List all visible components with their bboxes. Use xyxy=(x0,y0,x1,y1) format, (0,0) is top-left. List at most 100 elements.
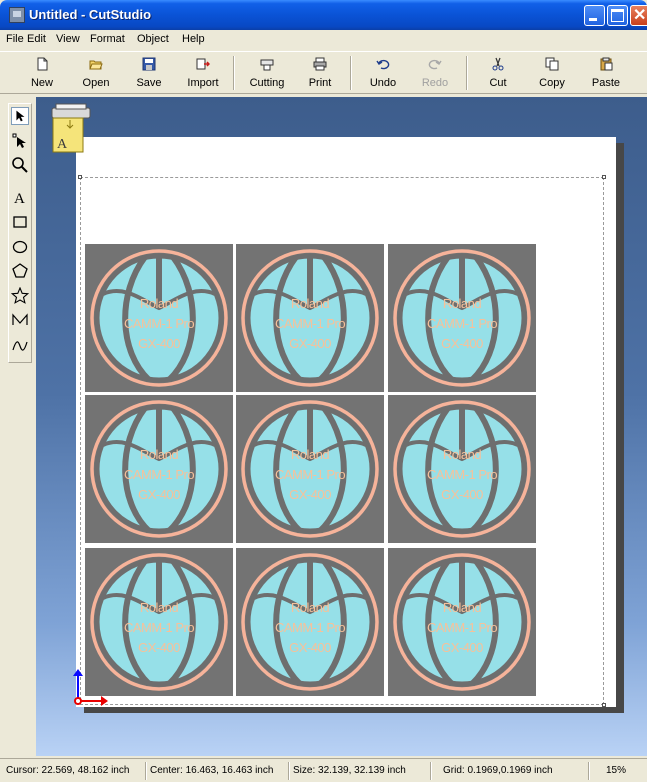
copy-button[interactable]: Copy xyxy=(526,54,578,92)
logo-tile[interactable]: Roland CAMM-1 Pro GX-400 xyxy=(85,244,233,392)
open-button[interactable]: Open xyxy=(70,54,122,92)
logo-text-line: CAMM-1 Pro xyxy=(274,316,346,331)
rectangle-tool-icon[interactable] xyxy=(11,213,29,231)
close-button[interactable]: ✕ xyxy=(630,5,647,26)
print-label: Print xyxy=(308,77,332,89)
logo-text-line: GX-400 xyxy=(138,336,180,351)
text-tool-icon[interactable]: A xyxy=(11,188,29,206)
menu-view[interactable]: View xyxy=(56,33,80,45)
origin-point[interactable] xyxy=(74,697,82,705)
toolbar-separator xyxy=(350,56,352,90)
redo-label: Redo xyxy=(421,77,449,89)
cut-button[interactable]: Cut xyxy=(472,54,524,92)
import-icon xyxy=(196,58,210,70)
menu-edit[interactable]: Edit xyxy=(27,33,46,45)
logo-text-line: Roland xyxy=(442,447,482,462)
minimize-icon xyxy=(589,18,597,21)
logo-text-line: CAMM-1 Pro xyxy=(274,620,346,635)
scissors-icon xyxy=(492,57,504,71)
logo-text-line: GX-400 xyxy=(441,336,483,351)
menu-file[interactable]: File xyxy=(6,33,24,45)
logo-text-line: Roland xyxy=(290,600,330,615)
menu-format[interactable]: Format xyxy=(90,33,125,45)
save-label: Save xyxy=(136,77,162,89)
logo-text-line: CAMM-1 Pro xyxy=(123,316,195,331)
logo-text-line: Roland xyxy=(442,600,482,615)
logo-text-line: GX-400 xyxy=(289,336,331,351)
copy-icon xyxy=(545,57,559,71)
undo-arrow-icon xyxy=(376,59,390,70)
corner-handle[interactable] xyxy=(602,703,606,707)
status-cursor: Cursor: 22.569, 48.162 inch xyxy=(6,765,130,776)
logo-tile[interactable]: Roland CAMM-1 Pro GX-400 xyxy=(388,548,536,696)
logo-text-line: GX-400 xyxy=(138,487,180,502)
status-size: Size: 32.139, 32.139 inch xyxy=(293,765,406,776)
logo-text-line: CAMM-1 Pro xyxy=(123,467,195,482)
node-edit-arrow-icon[interactable] xyxy=(11,132,29,150)
new-button[interactable]: New xyxy=(16,54,68,92)
undo-label: Undo xyxy=(369,77,397,89)
logo-text-line: GX-400 xyxy=(289,640,331,655)
redo-button[interactable]: Redo xyxy=(409,54,461,92)
select-arrow-icon[interactable] xyxy=(11,107,29,125)
logo-tile[interactable]: Roland CAMM-1 Pro GX-400 xyxy=(236,548,384,696)
window-title: Untitled - CutStudio xyxy=(29,7,152,22)
logo-tile[interactable]: Roland CAMM-1 Pro GX-400 xyxy=(236,395,384,543)
logo-text-line: Roland xyxy=(290,447,330,462)
app-icon[interactable] xyxy=(9,7,25,23)
menu-object[interactable]: Object xyxy=(137,33,169,45)
save-button[interactable]: Save xyxy=(123,54,175,92)
curve-tool-icon[interactable] xyxy=(11,336,29,354)
logo-tile[interactable]: Roland CAMM-1 Pro GX-400 xyxy=(388,244,536,392)
logo-text-line: GX-400 xyxy=(441,640,483,655)
menu-bar: File Edit View Format Object Help xyxy=(0,30,647,50)
minimize-button[interactable] xyxy=(584,5,605,26)
cutstudio-window: Untitled - CutStudio ✕ File Edit View Fo… xyxy=(0,0,647,782)
svg-text:A: A xyxy=(57,137,68,152)
title-bar[interactable]: Untitled - CutStudio ✕ xyxy=(0,0,647,30)
paste-button[interactable]: Paste xyxy=(580,54,632,92)
import-label: Import xyxy=(187,77,219,89)
copy-label: Copy xyxy=(539,77,565,89)
logo-text-line: Roland xyxy=(139,447,179,462)
logo-tile[interactable]: Roland CAMM-1 Pro GX-400 xyxy=(236,244,384,392)
import-button[interactable]: Import xyxy=(177,54,229,92)
undo-button[interactable]: Undo xyxy=(357,54,409,92)
polyline-tool-icon[interactable] xyxy=(11,311,29,329)
new-document-icon xyxy=(37,57,48,71)
status-center: Center: 16.463, 16.463 inch xyxy=(150,765,274,776)
maximize-icon xyxy=(611,9,624,22)
polygon-tool-icon[interactable] xyxy=(11,262,29,280)
status-separator xyxy=(430,762,432,780)
open-label: Open xyxy=(82,77,110,89)
logo-text-line: CAMM-1 Pro xyxy=(426,316,498,331)
svg-text:A: A xyxy=(14,191,25,206)
ellipse-tool-icon[interactable] xyxy=(11,238,29,256)
maximize-button[interactable] xyxy=(607,5,628,26)
corner-handle[interactable] xyxy=(602,175,606,179)
print-button[interactable]: Print xyxy=(294,54,346,92)
star-tool-icon[interactable] xyxy=(11,287,29,305)
status-zoom: 15% xyxy=(606,765,627,776)
save-disk-icon xyxy=(142,57,156,71)
logo-text-line: Roland xyxy=(139,296,179,311)
logo-tile[interactable]: Roland CAMM-1 Pro GX-400 xyxy=(85,548,233,696)
redo-arrow-icon xyxy=(428,59,442,70)
logo-text-line: Roland xyxy=(442,296,482,311)
menu-help[interactable]: Help xyxy=(182,33,205,45)
cutting-button[interactable]: Cutting xyxy=(241,54,293,92)
printer-icon xyxy=(313,57,327,71)
toolbar-separator xyxy=(466,56,468,90)
zoom-icon[interactable] xyxy=(11,156,29,174)
paste-label: Paste xyxy=(591,77,621,89)
logo-tile[interactable]: Roland CAMM-1 Pro GX-400 xyxy=(85,395,233,543)
main-toolbar: New Open Save Import Cutting Print Undo xyxy=(0,51,647,94)
plotter-icon[interactable]: A xyxy=(50,102,92,156)
cutting-plotter-icon xyxy=(260,59,274,71)
corner-handle[interactable] xyxy=(78,175,82,179)
logo-tile[interactable]: Roland CAMM-1 Pro GX-400 xyxy=(388,395,536,543)
origin-x-axis-arrow xyxy=(80,696,108,706)
open-folder-icon xyxy=(89,60,103,70)
status-separator xyxy=(588,762,590,780)
drawing-canvas[interactable]: Roland CAMM-1 Pro GX-400 Roland CAMM-1 Pro GX… xyxy=(36,97,647,756)
